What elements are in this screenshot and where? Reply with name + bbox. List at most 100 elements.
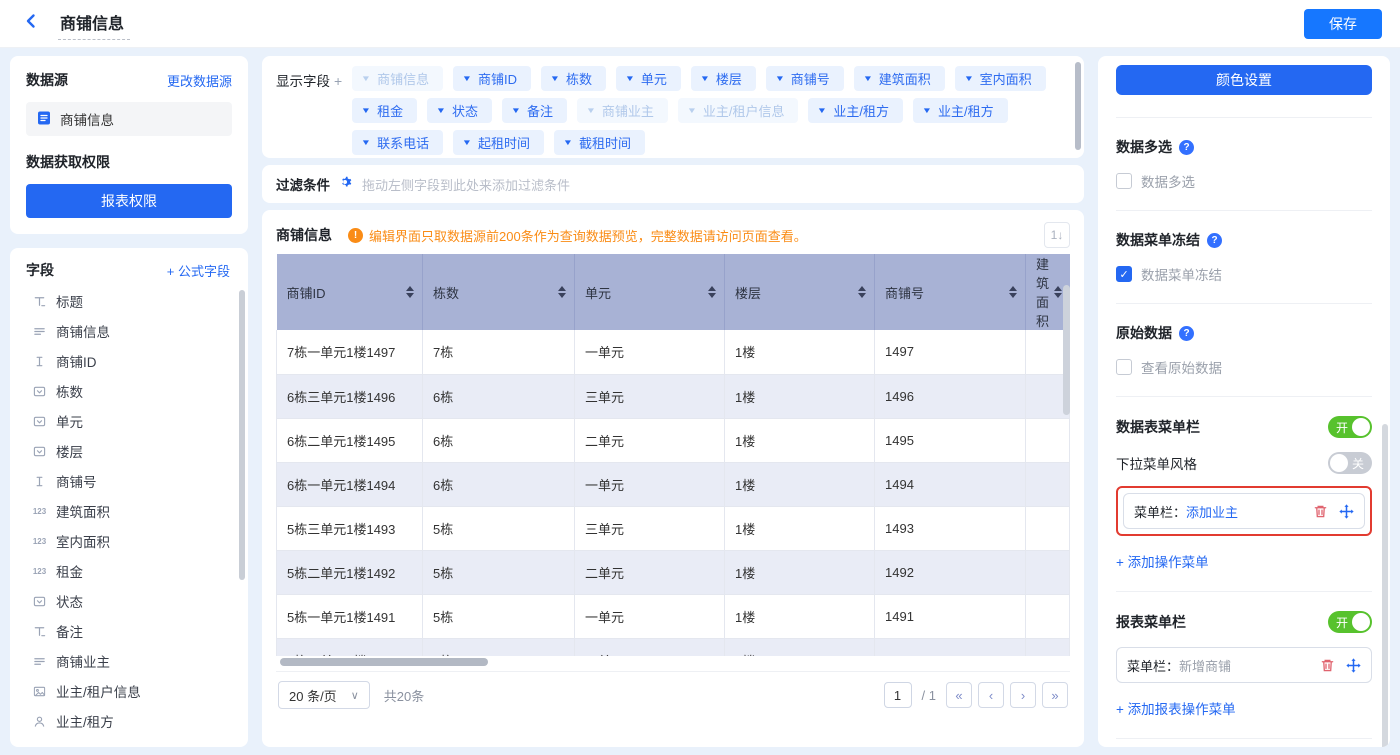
field-item[interactable]: 123 室内面积 (26, 526, 238, 556)
display-field-chip[interactable]: ▼ 商铺ID (453, 66, 531, 91)
table-menu-toggle[interactable]: 开 (1328, 416, 1372, 438)
column-header[interactable]: 商铺ID (277, 254, 423, 330)
display-field-chip[interactable]: ▼ 商铺号 (766, 66, 844, 91)
display-field-chip[interactable]: ▼ 状态 (427, 98, 492, 123)
field-item[interactable]: 标题 (26, 286, 238, 316)
sort-icon[interactable] (558, 286, 566, 298)
report-menu-title: 报表菜单栏 (1116, 612, 1186, 632)
table-cell: 1493 (875, 506, 1026, 550)
color-settings-button[interactable]: 颜色设置 (1116, 65, 1372, 95)
report-menu-toggle[interactable]: 开 (1328, 611, 1372, 633)
display-field-chip[interactable]: ▼ 备注 (502, 98, 567, 123)
column-header[interactable]: 楼层 (725, 254, 875, 330)
display-field-chip[interactable]: ▼ 租金 (352, 98, 417, 123)
field-item[interactable]: 业主/租方 (26, 706, 238, 736)
table-row[interactable]: 6栋二单元1楼14956栋二单元1楼1495 (277, 418, 1070, 462)
column-header[interactable]: 单元 (575, 254, 725, 330)
prev-page-button[interactable]: ‹ (978, 682, 1004, 708)
sort-icon[interactable] (1054, 286, 1062, 298)
display-field-chip[interactable]: ▼ 栋数 (541, 66, 606, 91)
display-field-chip[interactable]: ▼ 单元 (616, 66, 681, 91)
back-button[interactable] (18, 11, 44, 37)
fields-scrollbar[interactable] (239, 290, 245, 580)
numeric-sort-icon[interactable]: 1↓ (1044, 222, 1070, 248)
field-item[interactable]: 业主/租户信息 (26, 676, 238, 706)
page-number-input[interactable]: 1 (884, 682, 912, 708)
field-item[interactable]: 栋数 (26, 376, 238, 406)
display-field-chip[interactable]: ▼ 楼层 (691, 66, 756, 91)
display-field-chip[interactable]: ▼ 联系电话 (352, 130, 443, 155)
field-item[interactable]: 备注 (26, 616, 238, 646)
display-fields-scrollbar[interactable] (1075, 62, 1081, 150)
dropdown-style-toggle[interactable]: 关 (1328, 452, 1372, 474)
table-row[interactable]: 6栋三单元1楼14966栋三单元1楼1496 (277, 374, 1070, 418)
menu-freeze-checkbox-row[interactable]: 数据菜单冻结 (1116, 264, 1372, 284)
display-field-chip[interactable]: ▼ 截租时间 (554, 130, 645, 155)
raw-data-checkbox[interactable] (1116, 359, 1132, 375)
display-field-chip[interactable]: ▼ 建筑面积 (854, 66, 945, 91)
field-item[interactable]: 单元 (26, 406, 238, 436)
report-permission-button[interactable]: 报表权限 (26, 184, 232, 218)
table-header-row: 商铺ID 栋数 单元 楼层 商铺号 建筑面积 (277, 254, 1070, 330)
filter-card[interactable]: 过滤条件 拖动左侧字段到此处来添加过滤条件 (262, 165, 1084, 203)
display-field-chip[interactable]: ▼ 业主/租方 (913, 98, 1008, 123)
table-horizontal-scrollbar[interactable] (280, 658, 488, 666)
menu-freeze-checkbox[interactable] (1116, 266, 1132, 282)
table-row[interactable]: 5栋二单元1楼14925栋二单元1楼1492 (277, 550, 1070, 594)
first-page-button[interactable]: « (946, 682, 972, 708)
field-item[interactable]: 状态 (26, 586, 238, 616)
report-menu-item-row[interactable]: 菜单栏： 新增商铺 (1116, 647, 1372, 683)
field-item[interactable]: 楼层 (26, 436, 238, 466)
table-row[interactable]: 5栋三单元1楼14935栋三单元1楼1493 (277, 506, 1070, 550)
table-menu-section: 数据表菜单栏 开 下拉菜单风格 关 (1116, 396, 1372, 591)
field-item[interactable]: 123 租金 (26, 556, 238, 586)
raw-data-checkbox-row[interactable]: 查看原始数据 (1116, 357, 1372, 377)
help-icon[interactable]: ? (1179, 140, 1194, 155)
toggle-knob (1352, 613, 1370, 631)
field-item[interactable]: 商铺ID (26, 346, 238, 376)
display-field-chip[interactable]: ▼ 室内面积 (955, 66, 1046, 91)
trash-icon[interactable] (1312, 503, 1328, 519)
next-page-button[interactable]: › (1010, 682, 1036, 708)
help-icon[interactable]: ? (1207, 233, 1222, 248)
settings-scrollbar[interactable] (1382, 424, 1388, 747)
help-icon[interactable]: ? (1179, 326, 1194, 341)
add-report-action-menu-link[interactable]: + 添加报表操作菜单 (1116, 698, 1236, 718)
table-vertical-scrollbar[interactable] (1063, 285, 1070, 415)
move-icon[interactable] (1345, 657, 1361, 673)
save-button[interactable]: 保存 (1304, 9, 1382, 39)
sort-icon[interactable] (708, 286, 716, 298)
field-item[interactable]: 商铺号 (26, 466, 238, 496)
menu-item-link[interactable]: 添加业主 (1186, 502, 1238, 521)
add-display-field-icon[interactable]: + (334, 73, 342, 89)
column-header[interactable]: 栋数 (423, 254, 575, 330)
field-item[interactable]: 商铺信息 (26, 316, 238, 346)
field-item[interactable]: 商铺业主 (26, 646, 238, 676)
table-cell: 二单元 (575, 550, 725, 594)
multi-select-checkbox[interactable] (1116, 173, 1132, 189)
add-action-menu-link[interactable]: + 添加操作菜单 (1116, 551, 1209, 571)
datasource-item[interactable]: 商铺信息 (26, 102, 232, 136)
table-row[interactable]: 6栋一单元1楼14946栋一单元1楼1494 (277, 462, 1070, 506)
gear-icon[interactable] (338, 175, 352, 194)
column-header[interactable]: 商铺号 (875, 254, 1026, 330)
last-page-button[interactable]: » (1042, 682, 1068, 708)
change-datasource-link[interactable]: 更改数据源 (167, 71, 232, 90)
table-cell (1026, 550, 1070, 594)
trash-icon[interactable] (1319, 657, 1335, 673)
display-field-chip[interactable]: ▼ 业主/租方 (808, 98, 903, 123)
move-icon[interactable] (1338, 503, 1354, 519)
sort-icon[interactable] (406, 286, 414, 298)
table-row[interactable]: 7栋一单元1楼14977栋一单元1楼1497 (277, 330, 1070, 374)
table-row[interactable]: 4栋三单元1楼14904栋三单元1楼1490 (277, 638, 1070, 656)
multi-select-checkbox-row[interactable]: 数据多选 (1116, 171, 1372, 191)
display-field-chip[interactable]: ▼ 起租时间 (453, 130, 544, 155)
page-size-select[interactable]: 20 条/页 ∨ (278, 681, 370, 709)
add-formula-field-link[interactable]: + 公式字段 (167, 261, 230, 280)
table-row[interactable]: 5栋一单元1楼14915栋一单元1楼1491 (277, 594, 1070, 638)
field-item[interactable]: 123 建筑面积 (26, 496, 238, 526)
sort-icon[interactable] (858, 286, 866, 298)
table-menu-item-row[interactable]: 菜单栏： 添加业主 (1123, 493, 1365, 529)
sort-icon[interactable] (1009, 286, 1017, 298)
table-cell: 三单元 (575, 374, 725, 418)
